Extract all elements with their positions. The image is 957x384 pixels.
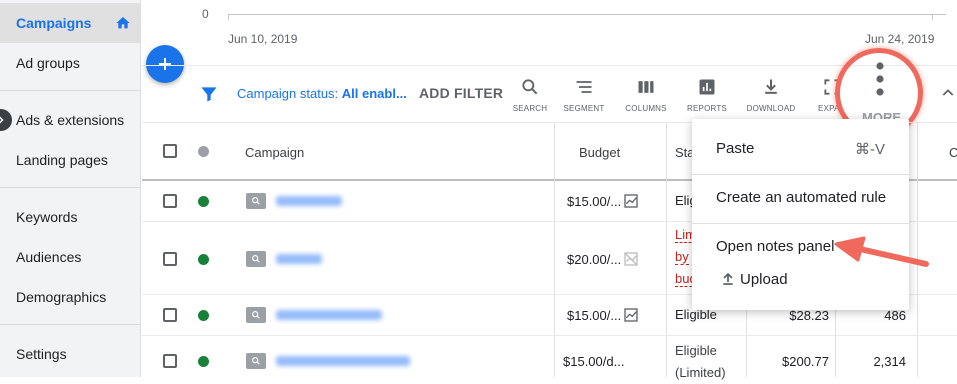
chart-end-date: Jun 24, 2019	[865, 32, 935, 46]
status-text[interactable]: Eligible (Limited)	[675, 340, 726, 384]
status-dot-enabled	[198, 254, 209, 265]
more-menu: Paste ⌘-V Create an automated rule Open …	[692, 119, 909, 310]
reports-icon	[699, 79, 715, 95]
sidebar-item-label: Campaigns	[16, 15, 92, 31]
tool-label: DOWNLOAD	[746, 104, 796, 113]
status-dot-enabled	[198, 356, 209, 367]
columns-icon	[638, 81, 654, 93]
sidebar-item-label: Ads & extensions	[16, 112, 125, 128]
chart-y-zero-label: 0	[202, 7, 209, 21]
column-header-budget[interactable]: Budget	[579, 145, 620, 160]
status-dot-enabled	[198, 310, 209, 321]
search-campaign-icon	[246, 193, 266, 209]
campaign-status-filter[interactable]: Campaign status: All enabl...	[237, 86, 407, 101]
plus-icon	[159, 58, 171, 70]
sidebar-divider	[0, 324, 141, 325]
search-campaign-icon	[246, 353, 266, 369]
tool-label: SEGMENT	[563, 104, 605, 113]
conversions-value: 2,314	[873, 354, 906, 369]
select-all-checkbox[interactable]	[163, 144, 177, 158]
tool-label: REPORTS	[687, 104, 727, 113]
download-icon	[765, 79, 777, 94]
sidebar-item-label: Ad groups	[16, 55, 80, 71]
column-header-campaign[interactable]: Campaign	[245, 145, 304, 160]
upload-label: Upload	[740, 271, 788, 288]
tool-label: EXPA	[818, 104, 840, 113]
segment-button[interactable]: SEGMENT	[554, 76, 614, 113]
conversions-value: 486	[884, 308, 906, 323]
segment-icon	[576, 81, 592, 93]
search-campaign-icon	[246, 307, 266, 323]
search-icon	[522, 79, 538, 95]
sidebar-item-keywords[interactable]: Keywords	[0, 197, 141, 237]
campaign-name-redacted[interactable]	[276, 356, 410, 366]
status-dot-enabled	[198, 196, 209, 207]
chart-tick	[932, 14, 933, 20]
sidebar-item-demographics[interactable]: Demographics	[0, 277, 141, 317]
reports-button[interactable]: REPORTS	[677, 76, 737, 113]
filter-value: All enabl...	[341, 86, 407, 101]
tool-label: COLUMNS	[625, 104, 667, 113]
menu-item-upload[interactable]: Upload	[716, 270, 788, 288]
home-icon	[116, 17, 130, 29]
sidebar-divider	[0, 90, 141, 91]
row-checkbox[interactable]	[163, 308, 177, 322]
search-campaign-icon	[246, 251, 266, 267]
filter-label: Campaign status:	[237, 86, 342, 101]
row-checkbox[interactable]	[163, 194, 177, 208]
menu-item-paste[interactable]: Paste	[716, 140, 754, 157]
table-row[interactable]: $15.00/d... Eligible (Limited) $200.77 2…	[142, 336, 957, 380]
columns-button[interactable]: COLUMNS	[616, 76, 676, 113]
upload-icon	[723, 272, 733, 285]
row-checkbox[interactable]	[163, 252, 177, 266]
sidebar: Campaigns Ad groups Ads & extensions Lan…	[0, 0, 141, 377]
budget-value: $15.00/...	[567, 194, 622, 209]
menu-divider	[692, 223, 909, 224]
chevron-up-icon[interactable]	[940, 85, 956, 101]
menu-item-create-automated-rule[interactable]: Create an automated rule	[716, 189, 886, 206]
sidebar-item-settings[interactable]: Settings	[0, 334, 141, 374]
chart-baseline	[228, 14, 946, 15]
chart-tick	[228, 14, 229, 20]
row-checkbox[interactable]	[163, 354, 177, 368]
sidebar-item-label: Keywords	[16, 209, 78, 225]
column-header-clicks[interactable]: C	[949, 145, 957, 160]
download-button[interactable]: DOWNLOAD	[741, 76, 801, 113]
budget-value: $15.00/d...	[563, 354, 625, 369]
sidebar-item-ad-groups[interactable]: Ad groups	[0, 43, 141, 83]
sidebar-item-audiences[interactable]: Audiences	[0, 237, 141, 277]
sidebar-item-label: Settings	[16, 346, 67, 362]
chevron-right-icon	[0, 116, 4, 124]
sidebar-item-label: Demographics	[16, 289, 107, 305]
budget-chart-icon[interactable]	[623, 307, 639, 323]
budget-value: $20.00/...	[567, 252, 622, 267]
menu-divider	[692, 174, 909, 175]
sidebar-item-label: Audiences	[16, 249, 82, 265]
add-filter-button[interactable]: ADD FILTER	[419, 85, 503, 101]
search-button[interactable]: SEARCH	[500, 76, 560, 113]
sidebar-item-ads-extensions[interactable]: Ads & extensions	[0, 100, 141, 140]
sidebar-item-label: Landing pages	[16, 152, 108, 168]
campaign-name-redacted[interactable]	[276, 310, 382, 320]
chart-start-date: Jun 10, 2019	[228, 32, 298, 46]
toolbar-divider	[142, 65, 957, 66]
status-dot-header	[198, 146, 209, 157]
cost-value: $28.23	[789, 308, 829, 323]
cost-value: $200.77	[782, 354, 829, 369]
filter-icon[interactable]	[199, 84, 219, 104]
budget-chart-icon[interactable]	[623, 193, 639, 209]
sidebar-divider	[0, 187, 141, 188]
campaign-name-redacted[interactable]	[276, 254, 322, 264]
menu-item-open-notes-panel[interactable]: Open notes panel	[716, 238, 834, 255]
annotation-arrow	[834, 236, 929, 267]
add-campaign-button[interactable]	[146, 45, 184, 83]
paste-shortcut: ⌘-V	[855, 141, 885, 158]
budget-value: $15.00/...	[567, 308, 622, 323]
campaign-name-redacted[interactable]	[276, 196, 342, 206]
sidebar-item-campaigns[interactable]: Campaigns	[0, 3, 141, 43]
budget-chart-disabled-icon	[624, 252, 638, 266]
sidebar-item-landing-pages[interactable]: Landing pages	[0, 140, 141, 180]
tool-label: SEARCH	[512, 104, 548, 113]
